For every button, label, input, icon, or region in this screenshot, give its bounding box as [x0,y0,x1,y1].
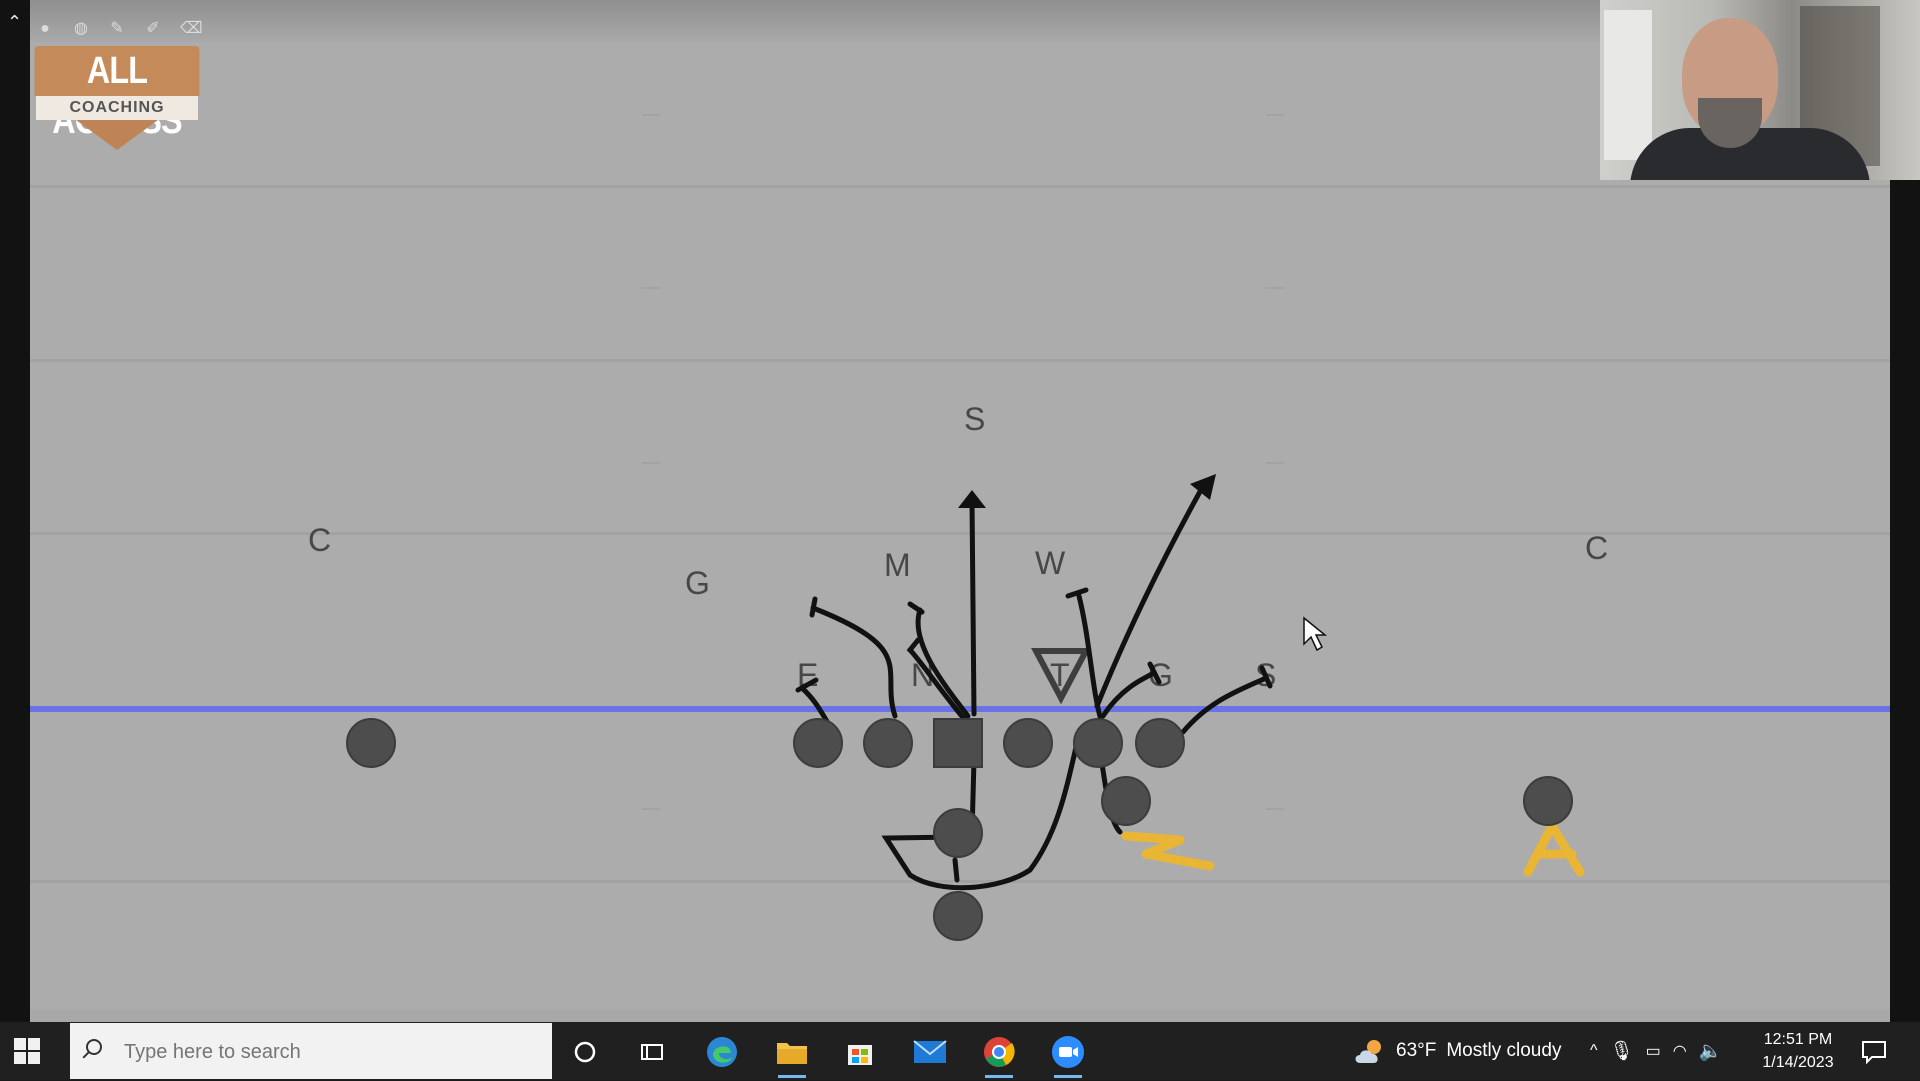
taskbar-clock[interactable]: 12:51 PM 1/14/2023 [1762,1028,1834,1074]
route-2 [810,605,898,719]
cortana-icon[interactable] [563,1030,607,1074]
zoom-icon[interactable] [1046,1030,1090,1078]
player-rt [1073,718,1123,768]
file-explorer-icon[interactable] [770,1030,814,1078]
arrow-vertical [958,490,986,508]
chrome-icon[interactable] [977,1030,1021,1078]
edge-icon[interactable] [700,1030,744,1074]
player-lg [863,718,913,768]
chevron-up-icon[interactable]: ^ [1590,1042,1598,1060]
system-tray: ^ 🎙 ▭ ◠ 🔈 [1590,1022,1722,1080]
player-wr-right [1523,776,1573,826]
defender-label-corner-left: C [308,522,331,558]
battery-icon[interactable]: ▭ [1646,1041,1661,1061]
route-3 [799,685,831,726]
circle-outline-tool-icon[interactable]: ◍ [72,20,90,38]
taskbar-search-box[interactable] [70,1023,552,1081]
arrow-post [1190,474,1216,500]
offense-players [346,718,1573,941]
player-wr-left [346,718,396,768]
drawing-toolbar: ● ◍ ✎ ✐ ⌫ [36,20,203,38]
defender-label-corner-right: C [1585,530,1608,566]
mail-icon[interactable] [908,1030,952,1074]
defender-label-safety: S [964,401,985,437]
route-6 [1180,675,1269,735]
highlight-a-mark [1523,821,1585,877]
route-vertical [969,497,977,717]
windows-taskbar: 63°F Mostly cloudy ^ 🎙 ▭ ◠ 🔈 12:51 PM 1/… [0,1022,1920,1081]
eraser-tool-icon[interactable]: ⌫ [180,20,203,38]
collapse-chevron-icon[interactable]: ⌃ [7,12,22,33]
player-wing [1101,776,1151,826]
whiteboard-background [1604,10,1652,160]
defender-label-mike: M [884,547,911,583]
route-lines [795,485,1273,891]
all-access-coaching-logo: ALL ACCESS COACHING [20,46,214,152]
weather-widget[interactable]: 63°F Mostly cloudy [1352,1022,1561,1080]
player-rb [933,891,983,941]
webcam-overlay [1600,0,1920,180]
notification-icon[interactable] [1852,1030,1896,1074]
clock-date: 1/14/2023 [1762,1054,1834,1071]
route-1-tip [907,601,925,615]
defender-label-g-left: G [685,565,710,601]
highlight-z-mark [1121,831,1215,871]
route-back-stem [952,857,960,883]
cloud-sun-icon [1355,1040,1381,1063]
logo-sub-text: COACHING [36,96,198,120]
weather-description: Mostly cloudy [1446,1040,1562,1061]
search-input[interactable] [122,1023,546,1081]
clock-time: 12:51 PM [1763,1031,1833,1048]
route-4-tip [1065,587,1089,599]
search-icon [86,1039,102,1055]
pen-tool-icon[interactable]: ✎ [108,20,126,38]
player-lt [793,718,843,768]
circle-tool-icon[interactable]: ● [36,20,54,38]
player-rg [1003,718,1053,768]
video-controls-bar[interactable] [30,1010,1890,1022]
player-qb [933,808,983,858]
player-te [1135,718,1185,768]
store-icon[interactable] [838,1030,882,1074]
wifi-icon[interactable]: ◠ [1673,1041,1687,1061]
volume-icon[interactable]: 🔈 [1699,1039,1723,1063]
logo-shield-tip [76,120,158,150]
pencil-tool-icon[interactable]: ✐ [144,20,162,38]
weather-temp: 63°F [1396,1040,1437,1061]
route-2-tip [809,596,818,618]
task-view-icon[interactable] [630,1030,674,1074]
logo-main-text: ALL ACCESS [34,46,200,142]
mouse-cursor-icon [1303,616,1328,652]
windows-start-icon[interactable] [14,1038,40,1064]
player-center [933,718,983,768]
defender-label-will: W [1035,545,1066,581]
microphone-icon[interactable]: 🎙 [1610,1039,1634,1063]
